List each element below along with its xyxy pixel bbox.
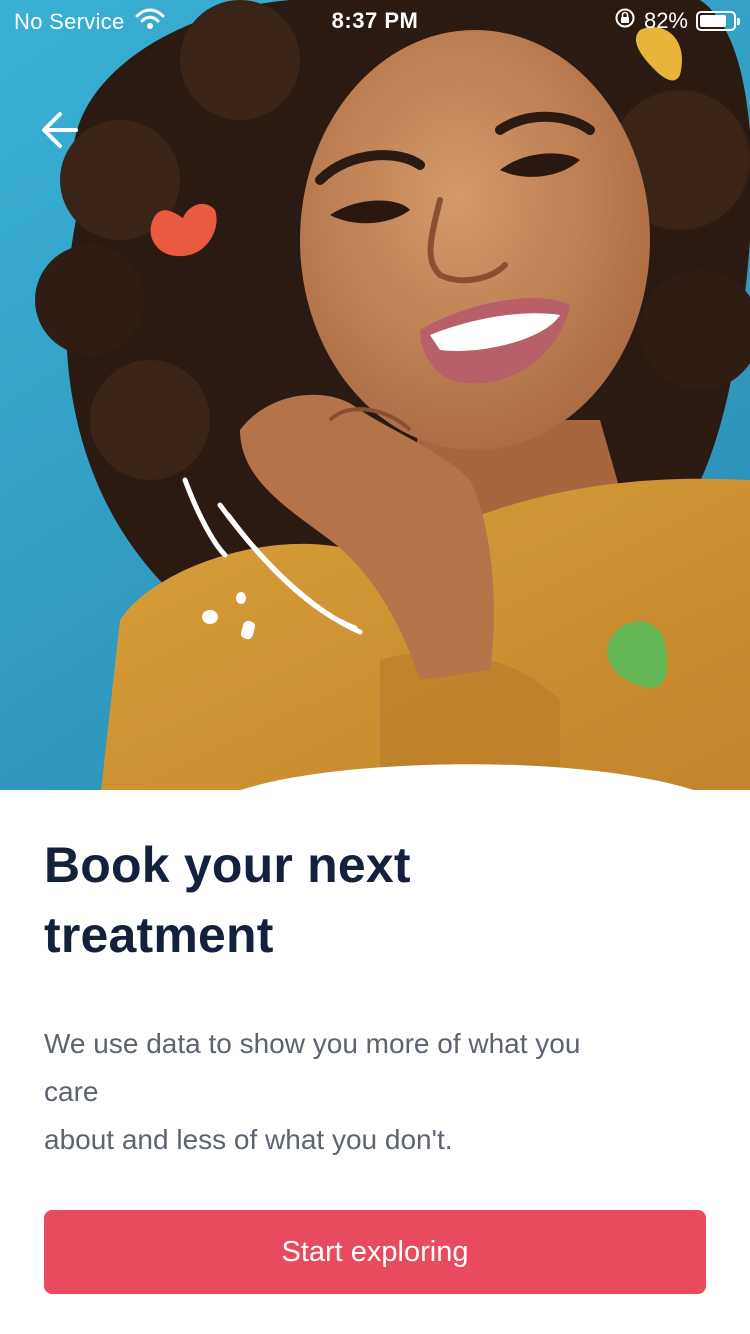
back-arrow-icon xyxy=(42,112,78,148)
battery-icon xyxy=(696,11,740,31)
start-exploring-button[interactable]: Start exploring xyxy=(44,1210,706,1294)
status-right: 82% xyxy=(614,7,740,35)
hero-image xyxy=(0,0,750,800)
description-line-1: We use data to show you more of what you xyxy=(44,1028,581,1059)
orientation-lock-icon xyxy=(614,7,636,35)
title-line-2: treatment xyxy=(44,907,274,963)
description-line-2: care xyxy=(44,1076,99,1107)
battery-percent: 82% xyxy=(643,8,688,33)
status-bar: No Service 8:37 PM 82% xyxy=(0,0,750,40)
battery-fill xyxy=(700,15,726,27)
back-button[interactable] xyxy=(34,104,86,156)
onboarding-content: Book your next treatment We use data to … xyxy=(0,790,750,1334)
onboarding-screen: No Service 8:37 PM 82% Book your next tr… xyxy=(0,0,750,1334)
page-title: Book your next treatment xyxy=(44,830,664,970)
title-line-1: Book your next xyxy=(44,837,411,893)
description-line-3: about and less of what you don't. xyxy=(44,1124,453,1155)
description: We use data to show you more of what you… xyxy=(44,1020,694,1164)
